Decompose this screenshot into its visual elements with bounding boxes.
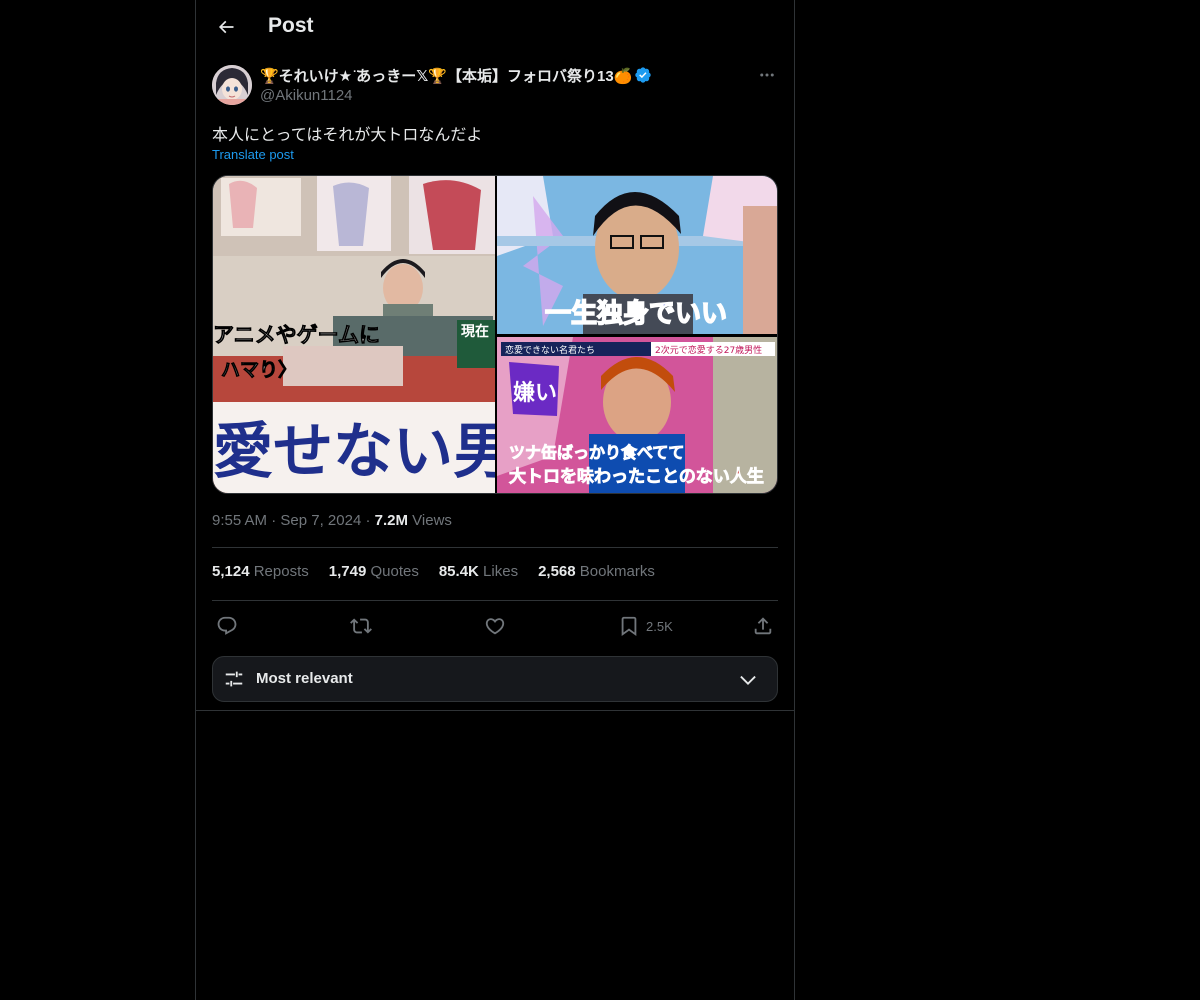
bookmarks-count: 2,568 [538, 563, 576, 580]
reply-button[interactable] [216, 614, 238, 638]
meta-separator: · [271, 512, 281, 529]
action-bar: 2.5K [212, 614, 778, 638]
bookmark-icon [621, 616, 637, 637]
more-icon [760, 73, 774, 77]
author-display-name-row[interactable]: 🏆それいけ★ ̈あっきー𝕏🏆【本垢】フォロバ祭り13🍊 [260, 64, 740, 86]
divider [212, 600, 778, 601]
quotes-label: Quotes [370, 563, 419, 580]
page-title: Post [268, 14, 314, 37]
divider [196, 710, 794, 711]
avatar[interactable] [212, 65, 252, 105]
reposts-stat[interactable]: 5,124 Reposts [212, 563, 309, 580]
media-caption: 愛せない男 [213, 417, 513, 487]
media-caption: 現在 [461, 323, 489, 340]
back-button[interactable] [208, 9, 244, 45]
post-stats: 5,124 Reposts 1,749 Quotes 85.4K Likes 2… [212, 563, 655, 580]
chevron-down-icon [740, 675, 756, 685]
author-display-name: 🏆それいけ★ ̈あっきー𝕏🏆【本垢】フォロバ祭り13🍊 [260, 67, 633, 85]
page-header: Post [196, 0, 794, 54]
media-caption: 大トロを味わったことのない人生 [509, 466, 764, 487]
post-time[interactable]: 9:55 AM [212, 512, 267, 529]
media-caption: ハマり〉 [221, 358, 297, 381]
post-media[interactable]: 現在 アニメやゲームに ハマり〉 愛せない男 一生独身でいい 恋愛できない名君た… [212, 175, 778, 494]
media-caption: 2次元で恋愛する27歳男性 [655, 344, 762, 356]
bookmark-button[interactable]: 2.5K [618, 614, 673, 638]
media-caption: 嫌い [513, 380, 557, 406]
likes-label: Likes [483, 563, 519, 580]
media-caption: アニメやゲームに [213, 323, 380, 347]
meta-separator: · [365, 512, 375, 529]
sliders-icon [225, 671, 243, 687]
views-label: Views [412, 512, 452, 529]
divider [212, 547, 778, 548]
reposts-label: Reposts [253, 563, 309, 580]
more-button[interactable] [756, 64, 778, 86]
repost-button[interactable] [350, 614, 372, 638]
back-arrow-icon [218, 20, 234, 34]
likes-stat[interactable]: 85.4K Likes [439, 563, 518, 580]
quotes-count: 1,749 [328, 563, 367, 580]
bookmarks-stat[interactable]: 2,568 Bookmarks [538, 563, 655, 580]
author-block: 🏆それいけ★ ̈あっきー𝕏🏆【本垢】フォロバ祭り13🍊 @Akikun1124 [260, 64, 740, 106]
post-text: 本人にとってはそれが大トロなんだよ [212, 127, 483, 144]
share-icon [754, 617, 772, 635]
verified-badge-icon [635, 67, 652, 83]
repost-icon [350, 618, 372, 634]
share-button[interactable] [752, 614, 774, 638]
author-handle[interactable]: @Akikun1124 [260, 86, 740, 106]
bookmarks-label: Bookmarks [579, 563, 655, 580]
views-count: 7.2M [374, 512, 408, 529]
reply-icon [217, 616, 237, 635]
media-caption: 一生独身でいい [545, 298, 727, 329]
likes-count: 85.4K [438, 563, 479, 580]
media-collage: 現在 アニメやゲームに ハマり〉 愛せない男 一生独身でいい 恋愛できない名君た… [213, 176, 777, 493]
like-icon [485, 618, 505, 635]
sort-label: Most relevant [256, 670, 353, 687]
primary-column: Post 🏆それいけ★ ̈あっきー𝕏🏆【本垢】フォロバ祭り13🍊 @Akikun… [195, 0, 795, 1000]
post-date[interactable]: Sep 7, 2024 [280, 512, 361, 529]
quotes-stat[interactable]: 1,749 Quotes [329, 563, 419, 580]
bookmark-count: 2.5K [646, 618, 673, 634]
like-button[interactable] [484, 614, 506, 638]
reply-sort-dropdown[interactable]: Most relevant [212, 656, 778, 702]
media-caption: 恋愛できない名君たち [505, 344, 595, 356]
media-caption: ツナ缶ばっかり食べてて [509, 443, 684, 462]
post-meta: 9:55 AM · Sep 7, 2024 · 7.2M Views [212, 512, 452, 529]
avatar-image [212, 65, 252, 105]
translate-post-link[interactable]: Translate post [212, 147, 294, 162]
reposts-count: 5,124 [212, 563, 250, 580]
